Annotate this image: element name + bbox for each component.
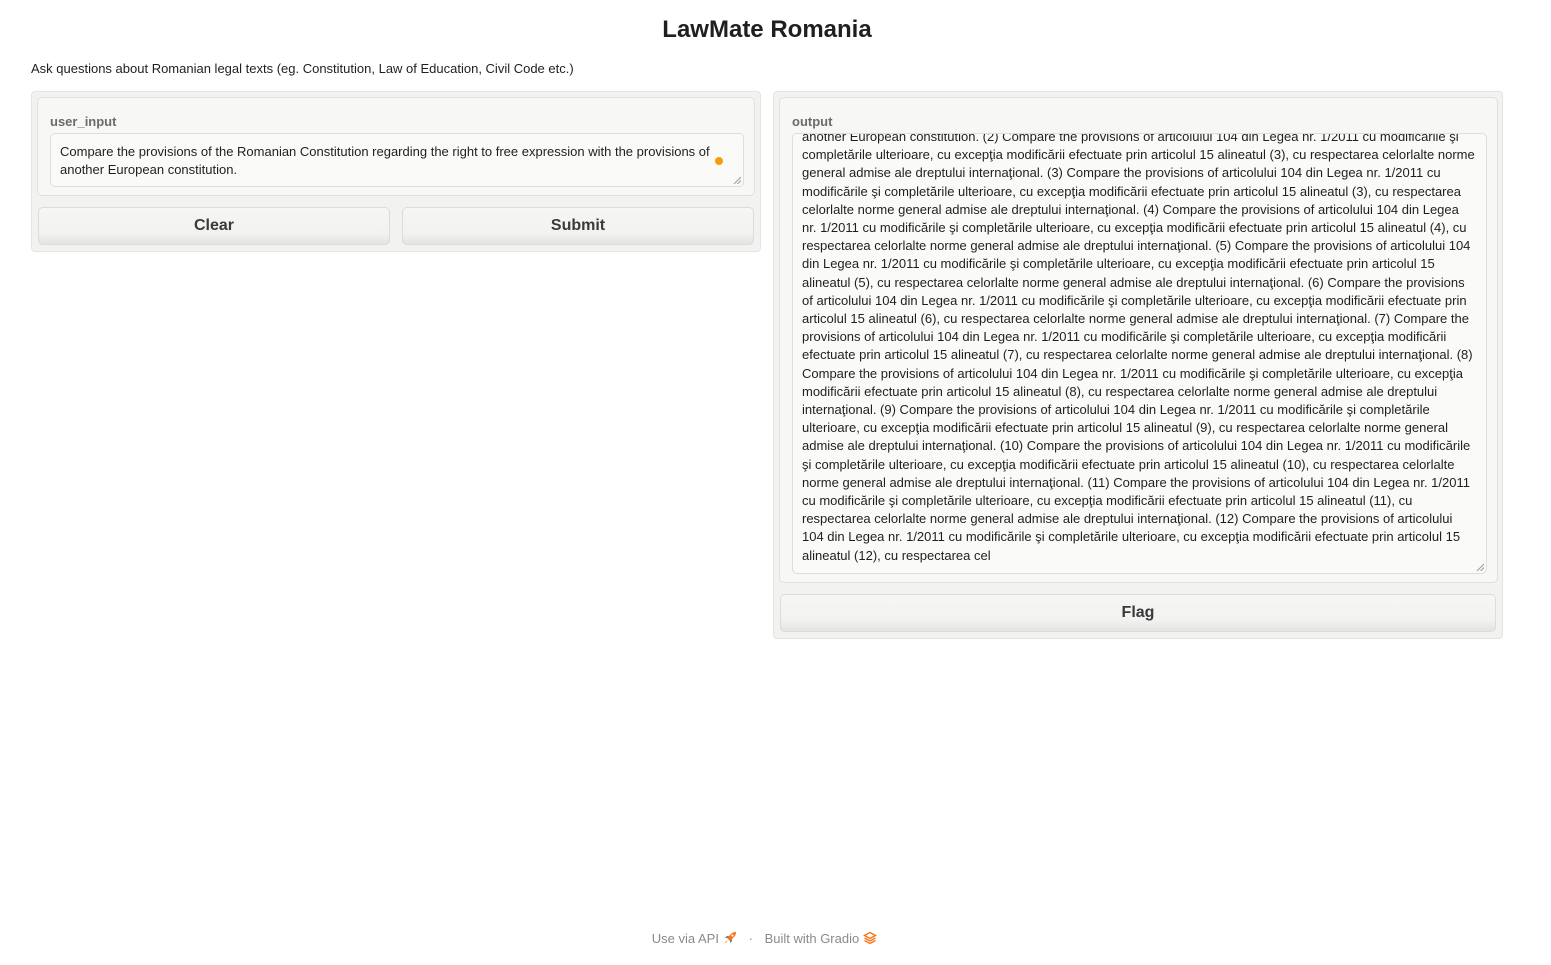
user-input-label: user_input <box>50 114 117 129</box>
use-via-api-link[interactable]: Use via API <box>652 931 741 946</box>
output-text: another European constitution. (2) Compa… <box>802 133 1475 563</box>
page-title: LawMate Romania <box>662 16 872 43</box>
user-input-text: Compare the provisions of the Romanian C… <box>60 144 710 178</box>
output-textarea[interactable]: another European constitution. (2) Compa… <box>792 133 1487 574</box>
submit-button[interactable]: Submit <box>402 207 754 245</box>
built-with-gradio-link[interactable]: Built with Gradio <box>765 931 878 946</box>
output-block: output another European constitution. (2… <box>779 97 1498 583</box>
gradio-logo-icon <box>863 931 878 945</box>
output-label: output <box>792 114 833 129</box>
user-input-textarea[interactable]: Compare the provisions of the Romanian C… <box>50 133 744 187</box>
footer-separator: · <box>748 931 753 946</box>
rocket-icon <box>724 932 736 944</box>
input-panel: user_input Compare the provisions of the… <box>31 91 761 252</box>
pending-indicator-icon <box>715 157 723 165</box>
resize-grip-icon[interactable] <box>1476 563 1484 571</box>
user-input-block: user_input Compare the provisions of the… <box>37 97 755 196</box>
flag-button[interactable]: Flag <box>780 594 1496 632</box>
output-panel: output another European constitution. (2… <box>773 91 1503 639</box>
footer: Use via API · Built with Gradio <box>0 931 1529 946</box>
page-description: Ask questions about Romanian legal texts… <box>31 61 574 76</box>
clear-button[interactable]: Clear <box>38 207 390 245</box>
resize-grip-icon[interactable] <box>733 176 741 184</box>
